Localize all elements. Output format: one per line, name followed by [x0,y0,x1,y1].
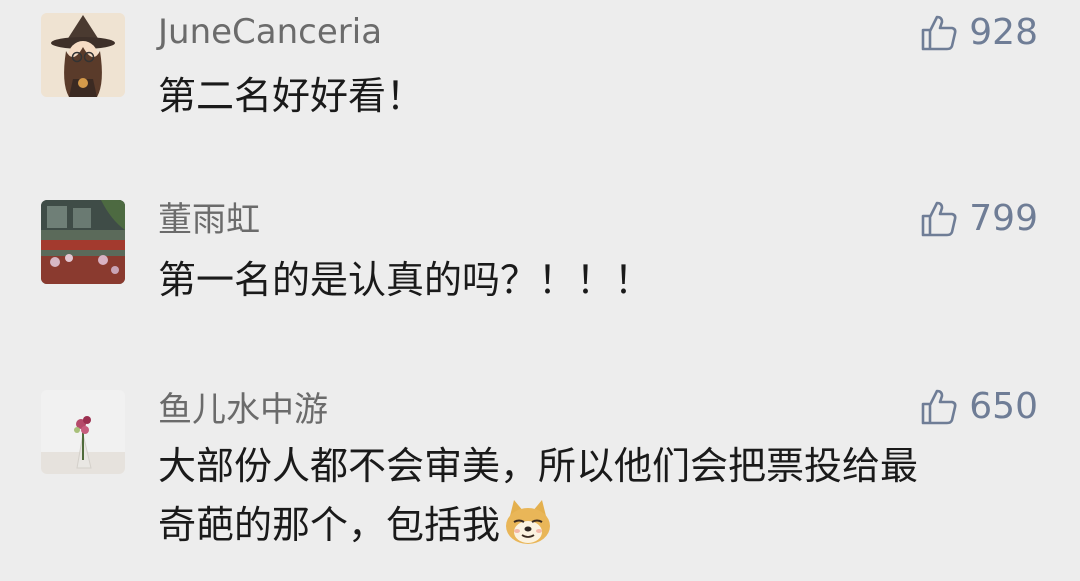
like-count: 928 [969,12,1038,53]
comment-text: 第二名好好看！ [158,74,425,118]
comment-text-line: 奇葩的那个，包括我 [158,503,501,547]
username[interactable]: 鱼儿水中游 [158,390,328,430]
thumbs-up-icon [919,199,959,239]
username[interactable]: 董雨虹 [158,200,260,240]
comment-text: 大部份人都不会审美，所以他们会把票投给最 奇葩的那个，包括我 [158,440,1048,551]
thumbs-up-icon [919,13,959,53]
comment-item: 鱼儿水中游 650 大部份人都不会审美，所以他们会把票投给最 奇葩的那个，包括我 [0,378,1080,581]
comment-item: JuneCanceria 928 第二名好好看！ [0,0,1080,140]
like-button[interactable]: 650 [919,385,1038,429]
comment-text: 第一名的是认真的吗？！！！ [158,258,653,302]
username[interactable]: JuneCanceria [158,12,382,52]
doge-emoji-icon [502,498,554,546]
like-count: 650 [969,386,1038,427]
like-count: 799 [969,198,1038,239]
thumbs-up-icon [919,387,959,427]
comment-text-line-2: 奇葩的那个，包括我 [158,498,1048,551]
like-button[interactable]: 928 [919,11,1038,55]
avatar[interactable] [41,390,125,474]
avatar[interactable] [41,200,125,284]
like-button[interactable]: 799 [919,197,1038,241]
comment-text-line: 大部份人都不会审美，所以他们会把票投给最 [158,444,919,488]
comment-item: 董雨虹 799 第一名的是认真的吗？！！！ [0,190,1080,330]
avatar[interactable] [41,13,125,97]
